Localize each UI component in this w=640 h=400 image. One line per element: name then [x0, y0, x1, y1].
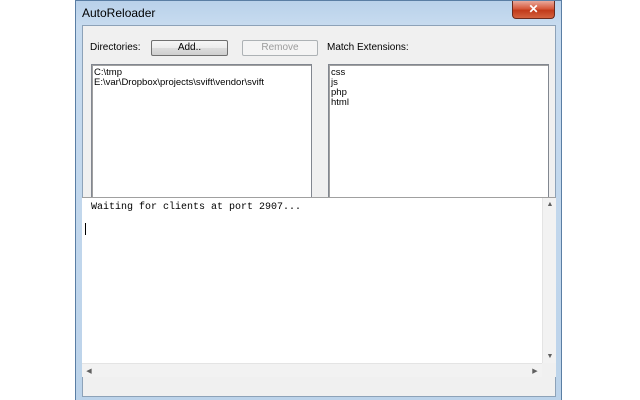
scroll-down-icon[interactable]: ▼	[543, 353, 557, 360]
vertical-scrollbar[interactable]: ▲ ▼	[542, 198, 556, 363]
directory-item[interactable]: E:\var\Dropbox\projects\svift\vendor\svi…	[92, 78, 311, 88]
remove-directory-button[interactable]: Remove	[242, 40, 318, 56]
extension-item[interactable]: css	[329, 68, 548, 78]
match-extensions-label: Match Extensions:	[327, 42, 409, 53]
extension-item[interactable]: php	[329, 88, 548, 98]
scrollbar-corner	[542, 363, 556, 377]
close-icon: ✕	[528, 2, 539, 16]
add-directory-button[interactable]: Add..	[151, 40, 228, 56]
console-output[interactable]: Waiting for clients at port 2907... ▲ ▼ …	[82, 197, 556, 377]
horizontal-scrollbar[interactable]: ◀ ▶	[82, 363, 542, 377]
close-button[interactable]: ✕	[512, 1, 555, 19]
extension-item[interactable]: js	[329, 78, 548, 88]
extension-item[interactable]: html	[329, 98, 548, 108]
app-window: AutoReloader ✕ Directories: Add.. Remove…	[75, 0, 562, 400]
console-text: Waiting for clients at port 2907...	[91, 202, 302, 213]
directories-label: Directories:	[90, 42, 141, 53]
directories-list[interactable]: C:\tmp E:\var\Dropbox\projects\svift\ven…	[91, 64, 312, 214]
scroll-left-icon[interactable]: ◀	[82, 367, 96, 375]
window-title: AutoReloader	[82, 6, 156, 20]
scroll-up-icon[interactable]: ▲	[543, 201, 557, 208]
extensions-list[interactable]: css js php html	[328, 64, 549, 214]
scroll-right-icon[interactable]: ▶	[528, 367, 542, 375]
text-caret	[85, 223, 86, 235]
